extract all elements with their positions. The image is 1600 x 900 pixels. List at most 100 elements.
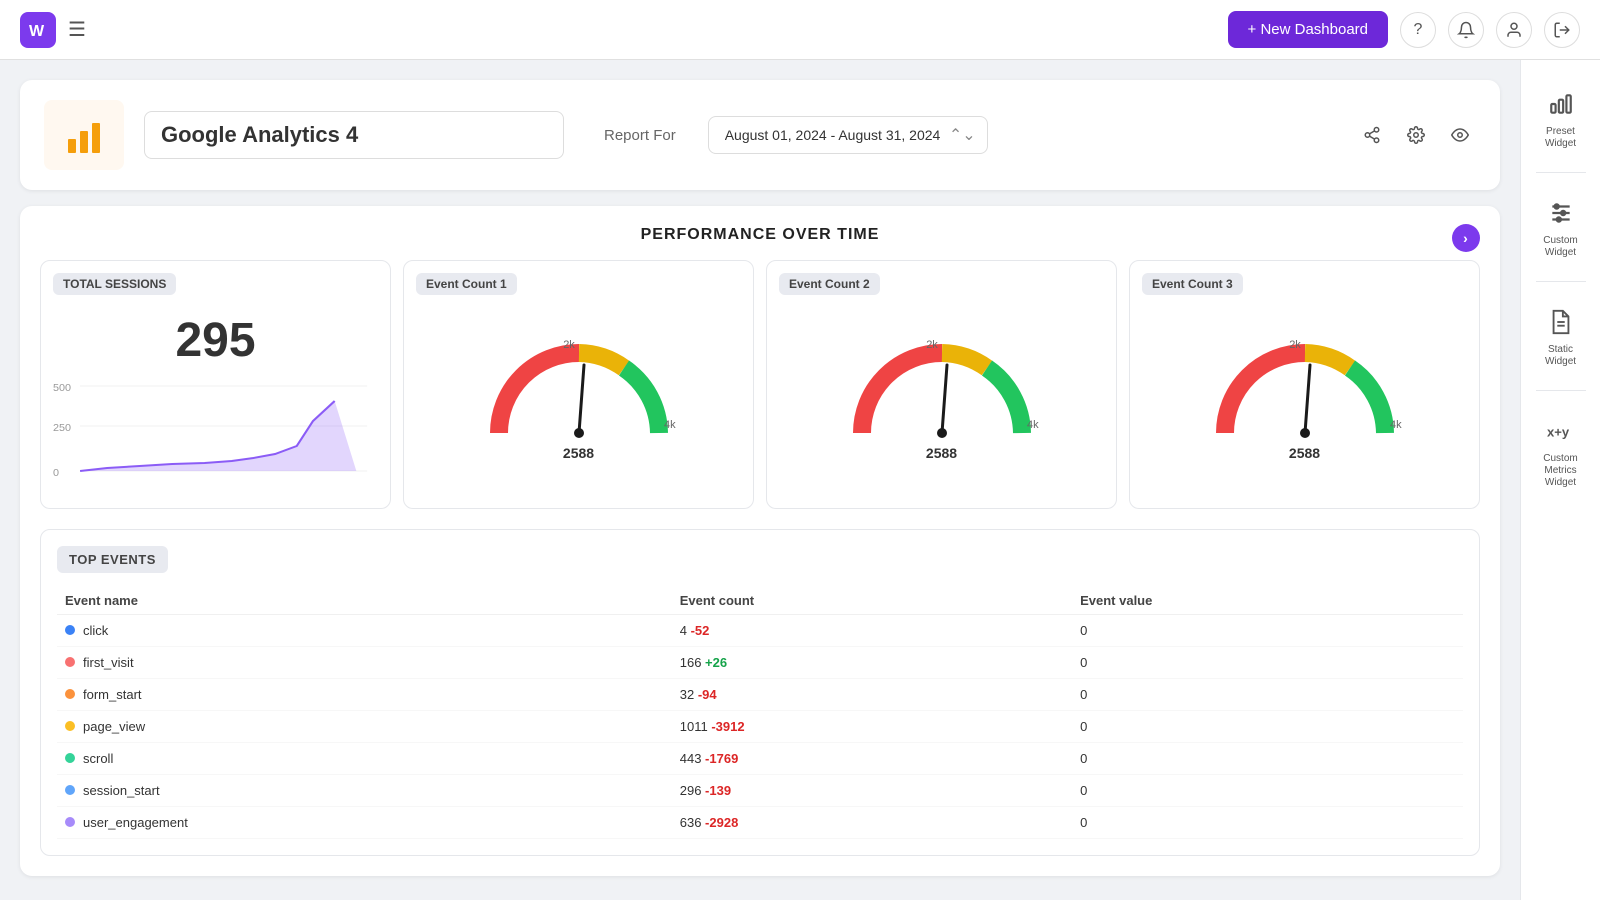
event-count-3-title: Event Count 3 xyxy=(1142,273,1243,295)
svg-text:0: 0 xyxy=(53,468,59,479)
table-row: click 4 -52 0 xyxy=(57,615,1463,647)
table-row: form_start 32 -94 0 xyxy=(57,679,1463,711)
event-count-1-title: Event Count 1 xyxy=(416,273,517,295)
event-count-cell: 32 -94 xyxy=(672,679,1072,711)
gauge-1-container: 2k 4k 2588 xyxy=(416,305,741,469)
total-sessions-title: TOTAL SESSIONS xyxy=(53,273,176,295)
gauge-3-container: 2k 4k 2588 xyxy=(1142,305,1467,469)
help-button[interactable]: ? xyxy=(1400,12,1436,48)
file-icon xyxy=(1543,304,1579,340)
custom-metrics-widget-label: CustomMetricsWidget xyxy=(1543,453,1577,489)
logout-button[interactable] xyxy=(1544,12,1580,48)
event-count-2-title: Event Count 2 xyxy=(779,273,880,295)
svg-text:2k: 2k xyxy=(1289,339,1301,351)
date-range-select[interactable]: August 01, 2024 - August 31, 2024 xyxy=(708,116,988,154)
sidebar-divider-3 xyxy=(1536,390,1586,391)
gauge-3-value: 2588 xyxy=(1289,445,1320,461)
svg-text:500: 500 xyxy=(53,383,71,394)
share-button[interactable] xyxy=(1356,119,1388,151)
static-widget-label: StaticWidget xyxy=(1545,344,1576,368)
report-header-card: Report For August 01, 2024 - August 31, … xyxy=(20,80,1500,190)
event-count-cell: 166 +26 xyxy=(672,647,1072,679)
sessions-chart: 500 250 0 xyxy=(53,376,378,496)
gauge-1-value: 2588 xyxy=(563,445,594,461)
svg-text:2k: 2k xyxy=(926,339,938,351)
main-layout: Report For August 01, 2024 - August 31, … xyxy=(0,60,1600,900)
report-for-label: Report For xyxy=(604,127,676,144)
event-value-cell: 0 xyxy=(1072,807,1463,839)
event-name-cell: session_start xyxy=(57,775,672,807)
report-logo-box xyxy=(44,100,124,170)
performance-expand-button[interactable]: › xyxy=(1452,224,1480,252)
content-area: Report For August 01, 2024 - August 31, … xyxy=(0,60,1520,900)
table-row: session_start 296 -139 0 xyxy=(57,775,1463,807)
preset-widget-label: PresetWidget xyxy=(1545,126,1576,150)
svg-text:250: 250 xyxy=(53,423,71,434)
top-events-header: TOP EVENTS xyxy=(57,546,168,573)
menu-icon[interactable]: ☰ xyxy=(68,17,86,42)
user-button[interactable] xyxy=(1496,12,1532,48)
svg-text:4k: 4k xyxy=(1027,419,1039,431)
gauge-2-value: 2588 xyxy=(926,445,957,461)
event-name-cell: form_start xyxy=(57,679,672,711)
event-count-cell: 443 -1769 xyxy=(672,743,1072,775)
gauge-2-container: 2k 4k 2588 xyxy=(779,305,1104,469)
event-value-cell: 0 xyxy=(1072,743,1463,775)
sidebar-custom-widget[interactable]: CustomWidget xyxy=(1527,185,1595,269)
widgets-row: TOTAL SESSIONS 295 500 250 0 xyxy=(40,260,1480,509)
event-count-cell: 296 -139 xyxy=(672,775,1072,807)
sessions-value: 295 xyxy=(53,313,378,368)
custom-metrics-icon: x+y xyxy=(1543,413,1579,449)
col-event-name: Event name xyxy=(57,587,672,615)
sliders-icon xyxy=(1543,195,1579,231)
svg-text:x+y: x+y xyxy=(1547,425,1570,440)
right-sidebar: PresetWidget CustomWidget xyxy=(1520,60,1600,900)
sidebar-custom-metrics-widget[interactable]: x+y CustomMetricsWidget xyxy=(1527,403,1595,499)
event-name-cell: page_view xyxy=(57,711,672,743)
header: W ☰ + New Dashboard ? xyxy=(0,0,1600,60)
total-sessions-widget: TOTAL SESSIONS 295 500 250 0 xyxy=(40,260,391,509)
view-button[interactable] xyxy=(1444,119,1476,151)
svg-text:W: W xyxy=(29,23,45,40)
table-row: page_view 1011 -3912 0 xyxy=(57,711,1463,743)
table-row: user_engagement 636 -2928 0 xyxy=(57,807,1463,839)
col-event-value: Event value xyxy=(1072,587,1463,615)
event-name-cell: click xyxy=(57,615,672,647)
event-count-cell: 636 -2928 xyxy=(672,807,1072,839)
event-count-cell: 1011 -3912 xyxy=(672,711,1072,743)
logo: W xyxy=(20,12,56,48)
event-name-cell: user_engagement xyxy=(57,807,672,839)
event-count-3-widget: Event Count 3 2k 4k 2588 xyxy=(1129,260,1480,509)
sidebar-static-widget[interactable]: StaticWidget xyxy=(1527,294,1595,378)
performance-header: PERFORMANCE OVER TIME › xyxy=(40,226,1480,244)
settings-button[interactable] xyxy=(1400,119,1432,151)
custom-widget-label: CustomWidget xyxy=(1543,235,1577,259)
report-header-icons xyxy=(1356,119,1476,151)
sidebar-divider-2 xyxy=(1536,281,1586,282)
header-actions: + New Dashboard ? xyxy=(1228,11,1580,48)
sidebar-divider-1 xyxy=(1536,172,1586,173)
event-count-1-widget: Event Count 1 xyxy=(403,260,754,509)
svg-text:4k: 4k xyxy=(1390,419,1402,431)
new-dashboard-button[interactable]: + New Dashboard xyxy=(1228,11,1388,48)
table-row: scroll 443 -1769 0 xyxy=(57,743,1463,775)
sidebar-preset-widget[interactable]: PresetWidget xyxy=(1527,76,1595,160)
event-value-cell: 0 xyxy=(1072,615,1463,647)
bar-chart-icon xyxy=(1543,86,1579,122)
event-value-cell: 0 xyxy=(1072,775,1463,807)
event-name-cell: first_visit xyxy=(57,647,672,679)
event-count-cell: 4 -52 xyxy=(672,615,1072,647)
report-title-input[interactable] xyxy=(144,111,564,159)
svg-text:2k: 2k xyxy=(563,339,575,351)
events-table: Event name Event count Event value click… xyxy=(57,587,1463,839)
event-value-cell: 0 xyxy=(1072,711,1463,743)
dashboard-section: PERFORMANCE OVER TIME › TOTAL SESSIONS 2… xyxy=(20,206,1500,876)
event-value-cell: 0 xyxy=(1072,679,1463,711)
table-row: first_visit 166 +26 0 xyxy=(57,647,1463,679)
notifications-button[interactable] xyxy=(1448,12,1484,48)
col-event-count: Event count xyxy=(672,587,1072,615)
event-name-cell: scroll xyxy=(57,743,672,775)
event-value-cell: 0 xyxy=(1072,647,1463,679)
svg-text:4k: 4k xyxy=(664,419,676,431)
event-count-2-widget: Event Count 2 2k 4k 2588 xyxy=(766,260,1117,509)
